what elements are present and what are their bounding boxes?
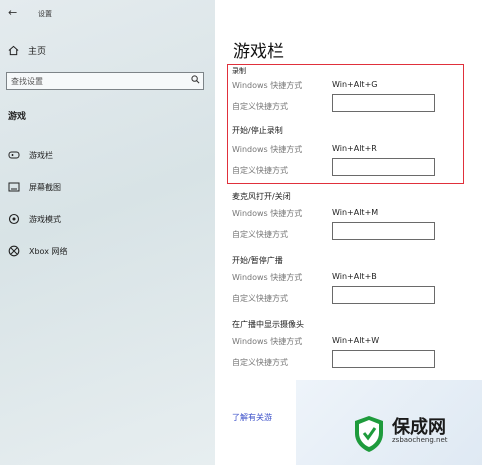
sidebar-section-title: 游戏 [8,112,27,122]
page-title: 游戏栏 [233,42,284,62]
search-input[interactable]: 查找设置 [6,72,204,90]
xbox-icon [8,245,20,257]
custom-shortcut-input[interactable] [332,222,435,240]
custom-shortcut-input[interactable] [332,286,435,304]
shield-logo-icon [355,416,383,452]
search-icon[interactable] [187,75,203,87]
custom-shortcut-label: 自定义快捷方式 [232,358,288,367]
windows-shortcut-value: Win+Alt+R [332,144,377,153]
group-heading: 开始/停止录制 [232,126,283,135]
custom-shortcut-label: 自定义快捷方式 [232,294,288,303]
home-icon [8,45,19,56]
windows-shortcut-value: Win+Alt+W [332,336,380,345]
window-title: 设置 [38,10,52,18]
windows-shortcut-label: Windows 快捷方式 [232,81,303,90]
custom-shortcut-label: 自定义快捷方式 [232,166,288,175]
group-heading: 在广播中显示摄像头 [232,320,304,329]
custom-shortcut-input[interactable] [332,94,435,112]
custom-shortcut-input[interactable] [332,350,435,368]
sidebar-item-home[interactable]: 主页 [8,44,46,57]
sidebar-item-xbox[interactable]: Xbox 网络 [8,245,67,257]
windows-shortcut-label: Windows 快捷方式 [232,337,303,346]
sidebar-item-screenshot[interactable]: 屏幕截图 [8,181,61,193]
search-placeholder: 查找设置 [11,76,43,86]
windows-shortcut-label: Windows 快捷方式 [232,209,303,218]
group-heading: 录制 [232,67,246,75]
sidebar-item-label: 游戏栏 [29,150,53,160]
learn-more-link[interactable]: 了解有关游 [232,412,272,423]
screenshot-icon [8,181,20,193]
sidebar-item-label: 主页 [28,47,47,57]
custom-shortcut-input[interactable] [332,158,435,176]
watermark-url: zsbaocheng.net [392,436,448,444]
windows-shortcut-label: Windows 快捷方式 [232,273,303,282]
custom-shortcut-label: 自定义快捷方式 [232,230,288,239]
gamebar-icon [8,149,20,161]
windows-shortcut-value: Win+Alt+B [332,272,377,281]
watermark-panel [296,380,482,465]
sidebar-item-gamemode[interactable]: 游戏模式 [8,213,61,225]
sidebar-item-label: Xbox 网络 [29,246,68,256]
group-heading: 麦克风打开/关闭 [232,192,291,201]
group-heading: 开始/暂停广播 [232,256,283,265]
gamemode-icon [8,213,20,225]
windows-shortcut-value: Win+Alt+G [332,80,378,89]
sidebar-item-label: 屏幕截图 [29,182,61,192]
sidebar-item-gamebar[interactable]: 游戏栏 [8,149,53,161]
windows-shortcut-label: Windows 快捷方式 [232,145,303,154]
back-arrow-icon[interactable]: ← [8,6,17,19]
windows-shortcut-value: Win+Alt+M [332,208,379,217]
sidebar-item-label: 游戏模式 [29,214,61,224]
custom-shortcut-label: 自定义快捷方式 [232,102,288,111]
sidebar: ← 设置 主页 查找设置 游戏 游戏栏 屏幕截图 游戏模式 Xbox 网络 [0,0,215,465]
